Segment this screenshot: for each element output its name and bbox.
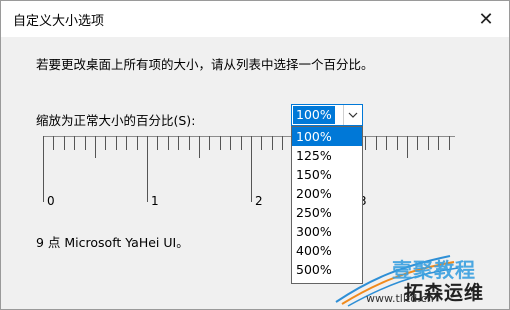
ruler-label: 1 — [151, 194, 159, 208]
ruler-minor-tick — [126, 136, 127, 150]
ruler-minor-tick — [397, 136, 398, 150]
ruler-minor-tick — [376, 136, 377, 150]
ruler-minor-tick — [220, 136, 221, 150]
ruler-minor-tick — [168, 136, 169, 150]
ruler-minor-tick — [272, 136, 273, 150]
ruler-minor-tick — [428, 136, 429, 150]
scale-option[interactable]: 125% — [292, 146, 362, 165]
ruler-minor-tick — [449, 136, 450, 150]
ruler-major-tick — [251, 136, 252, 202]
ruler-minor-tick — [105, 136, 106, 150]
scale-option[interactable]: 100% — [292, 127, 362, 146]
close-button[interactable]: ✕ — [463, 1, 509, 37]
ruler-label: 2 — [255, 194, 263, 208]
ruler-minor-tick — [417, 136, 418, 150]
ruler-minor-tick — [365, 136, 366, 150]
ruler-label: 0 — [47, 194, 55, 208]
ruler-minor-tick — [53, 136, 54, 150]
ruler-minor-tick — [85, 136, 86, 150]
ruler-minor-tick — [209, 136, 210, 150]
ruler-minor-tick — [178, 136, 179, 150]
scale-select[interactable]: 100% — [291, 104, 363, 126]
close-icon: ✕ — [478, 8, 494, 30]
title-bar: 自定义大小选项 ✕ — [1, 1, 509, 37]
ruler-minor-tick — [261, 136, 262, 150]
ruler-minor-tick — [282, 136, 283, 150]
ruler-minor-tick — [95, 136, 96, 158]
ruler-minor-tick — [199, 136, 200, 158]
ruler-minor-tick — [116, 136, 117, 150]
description-text: 若要更改桌面上所有项的大小，请从列表中选择一个百分比。 — [36, 57, 374, 72]
ruler-minor-tick — [241, 136, 242, 150]
ruler-minor-tick — [157, 136, 158, 150]
ruler-minor-tick — [438, 136, 439, 150]
ruler-major-tick — [147, 136, 148, 202]
scale-option[interactable]: 200% — [292, 184, 362, 203]
watermark-url: www.tlltd.cn — [366, 292, 434, 305]
scale-option[interactable]: 250% — [292, 203, 362, 222]
ruler-minor-tick — [74, 136, 75, 150]
scale-select-value: 100% — [293, 106, 335, 124]
ruler-minor-tick — [137, 136, 138, 150]
scale-label: 缩放为正常大小的百分比(S): — [36, 113, 196, 128]
ruler-minor-tick — [230, 136, 231, 150]
font-info-text: 9 点 Microsoft YaHei UI。 — [36, 235, 189, 250]
ruler-minor-tick — [189, 136, 190, 150]
chevron-down-icon[interactable] — [343, 105, 362, 125]
ruler-major-tick — [43, 136, 44, 202]
ruler-minor-tick — [407, 136, 408, 158]
window-title: 自定义大小选项 — [13, 14, 105, 29]
ruler-minor-tick — [64, 136, 65, 150]
ruler-minor-tick — [386, 136, 387, 150]
scale-option[interactable]: 150% — [292, 165, 362, 184]
